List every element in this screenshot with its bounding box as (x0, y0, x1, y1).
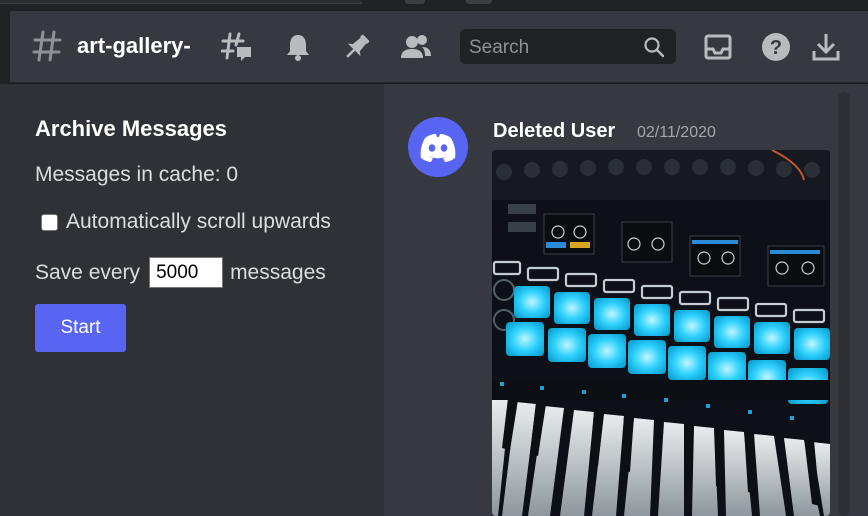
save-interval-input[interactable]: 5000 (149, 257, 224, 288)
archive-panel: Archive Messages Messages in cache: 0 Au… (0, 84, 384, 516)
members-icon[interactable] (400, 31, 432, 63)
save-prefix-label: Save every (35, 260, 141, 284)
save-suffix-label: messages (230, 260, 326, 284)
search-placeholder: Search (469, 37, 530, 58)
browser-control[interactable] (466, 0, 492, 4)
search-icon (644, 37, 665, 58)
start-button[interactable]: Start (35, 304, 126, 352)
auto-scroll-label: Automatically scroll upwards (66, 210, 331, 233)
message-list: Deleted User 02/11/2020 (384, 84, 868, 516)
inbox-icon[interactable] (702, 31, 734, 63)
bell-icon[interactable] (282, 31, 314, 63)
auto-scroll-checkbox[interactable] (41, 213, 58, 231)
threads-icon[interactable] (221, 31, 253, 63)
message-timestamp: 02/11/2020 (637, 124, 716, 141)
browser-control[interactable] (405, 0, 425, 4)
avatar[interactable] (408, 117, 468, 177)
image-attachment[interactable] (492, 150, 830, 516)
browser-tab-strip (0, 0, 868, 11)
auto-scroll-option[interactable]: Automatically scroll upwards (41, 210, 331, 234)
download-icon[interactable] (810, 31, 842, 63)
search-input[interactable]: Search (460, 29, 676, 64)
channel-name: art-gallery- (77, 33, 191, 58)
discord-logo-icon (420, 134, 456, 162)
hash-icon (32, 30, 62, 62)
svg-text:?: ? (770, 37, 782, 59)
pin-icon[interactable] (341, 31, 373, 63)
browser-tab[interactable] (0, 0, 362, 4)
help-icon[interactable]: ? (760, 31, 792, 63)
panel-title: Archive Messages (35, 116, 227, 141)
channel-header: art-gallery- Search ? (10, 11, 868, 83)
message-author[interactable]: Deleted User (493, 120, 615, 143)
midi-controller-photo (492, 150, 830, 516)
message-scrollbar[interactable] (838, 92, 850, 516)
save-interval-row: Save every 5000 messages (35, 257, 326, 288)
cache-count-label: Messages in cache: 0 (35, 163, 239, 186)
